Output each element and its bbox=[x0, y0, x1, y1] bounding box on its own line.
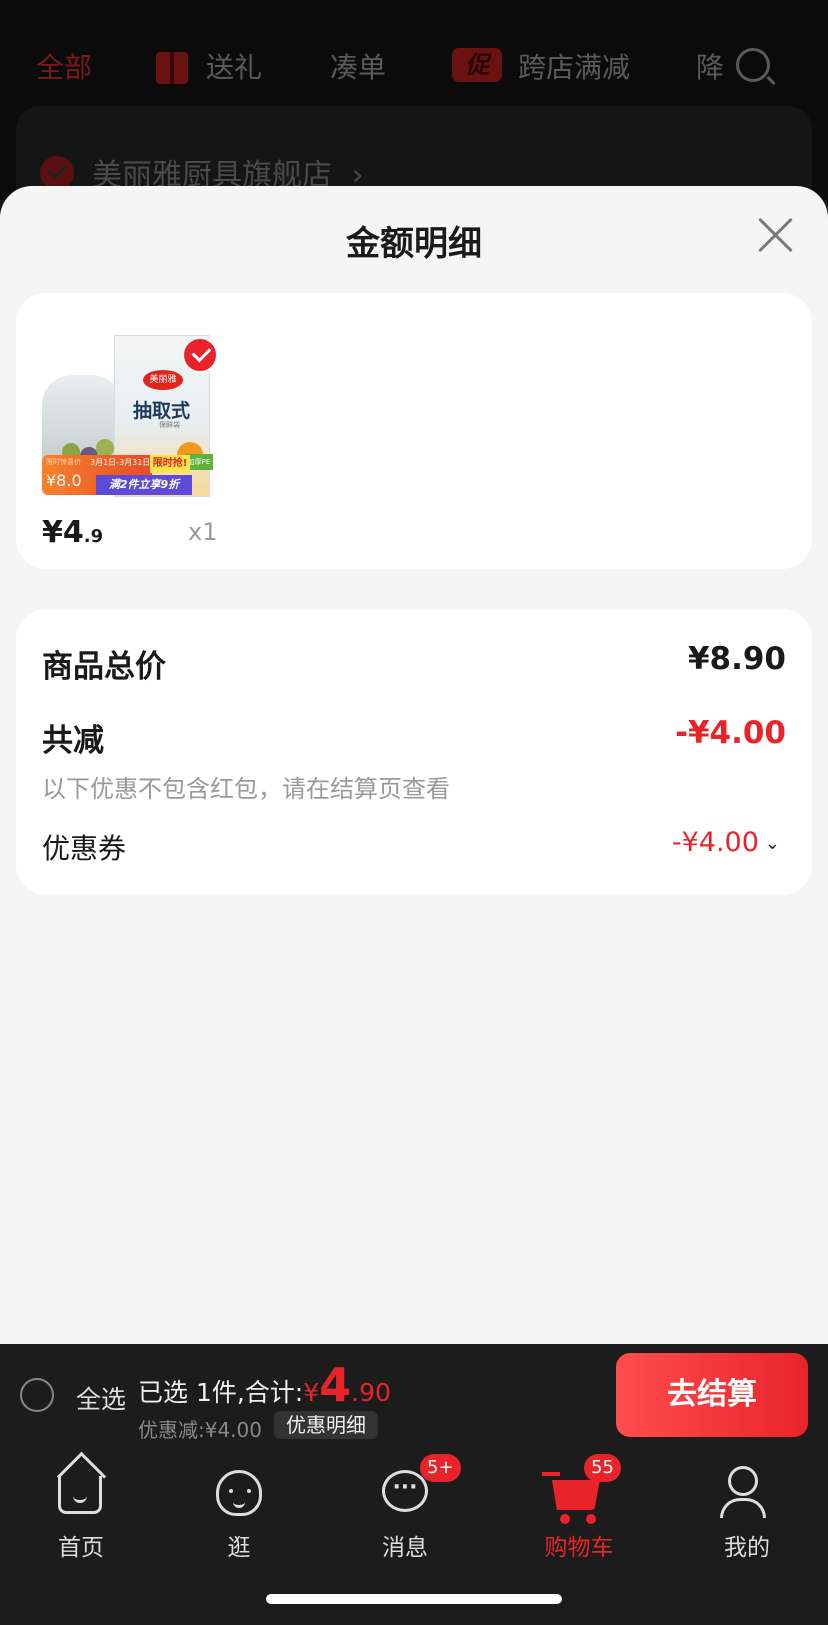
home-indicator[interactable] bbox=[266, 1594, 562, 1604]
product-card: 美丽雅 抽取式 保鲜袋 加厚PE 限时惊喜价 ¥8.0 3月1日-3月31日 限… bbox=[16, 293, 812, 569]
reduce-value: -¥4.00 bbox=[675, 715, 786, 751]
checkout-button[interactable]: 去结算 bbox=[616, 1353, 808, 1437]
total-label: 商品总价 bbox=[42, 649, 166, 685]
coupon-value[interactable]: -¥4.00 ⌄ bbox=[672, 827, 780, 858]
checkout-bar: 全选 已选 1件,合计:¥4.90 优惠减:¥4.00 优惠明细 去结算 bbox=[0, 1344, 828, 1446]
tab-gift[interactable]: 送礼 bbox=[206, 46, 262, 86]
gift-icon bbox=[156, 52, 188, 84]
total-integer: 4 bbox=[319, 1358, 352, 1412]
message-badge: 5+ bbox=[420, 1454, 461, 1482]
banner-flash: 限时抢! bbox=[150, 455, 190, 473]
product-price: ¥4.9 bbox=[42, 515, 103, 550]
sheet-title: 金额明细 bbox=[346, 224, 482, 264]
tab-profile[interactable]: 我的 bbox=[682, 1460, 812, 1561]
selected-check-icon[interactable] bbox=[182, 337, 218, 373]
selected-summary: 已选 1件,合计:¥4.90 bbox=[138, 1358, 391, 1412]
tab-cart[interactable]: 55 购物车 bbox=[514, 1454, 644, 1561]
tab-stroll[interactable]: 逛 bbox=[174, 1460, 304, 1561]
total-value: ¥8.90 bbox=[687, 641, 786, 677]
shop-check-icon[interactable] bbox=[40, 156, 74, 190]
summary-prefix: 已选 1件,合计: bbox=[138, 1378, 304, 1407]
product-image[interactable]: 美丽雅 抽取式 保鲜袋 加厚PE 限时惊喜价 ¥8.0 3月1日-3月31日 限… bbox=[42, 335, 218, 497]
cart-icon-handle bbox=[542, 1472, 560, 1476]
top-tab-bar: 全部 送礼 凑单 促 跨店满减 降 bbox=[0, 40, 828, 90]
tab-home-label: 首页 bbox=[58, 1535, 104, 1561]
cart-wheel bbox=[560, 1514, 570, 1524]
tab-profile-label: 我的 bbox=[724, 1535, 770, 1561]
total-currency: ¥ bbox=[303, 1378, 320, 1407]
coupon-label: 优惠券 bbox=[42, 832, 127, 865]
price-integer: ¥4 bbox=[42, 515, 84, 550]
discount-detail-button[interactable]: 优惠明细 bbox=[274, 1411, 378, 1439]
select-all-label[interactable]: 全选 bbox=[76, 1380, 126, 1416]
banner-price: ¥8.0 bbox=[46, 471, 82, 490]
select-all-radio[interactable] bbox=[20, 1378, 54, 1412]
tab-stroll-label: 逛 bbox=[227, 1535, 251, 1561]
tab-home[interactable]: 首页 bbox=[16, 1460, 146, 1561]
banner-promo: 满2件立享9折 bbox=[96, 475, 192, 495]
cart-icon bbox=[552, 1480, 600, 1510]
cart-wheel bbox=[586, 1514, 596, 1524]
tab-cross-store-discount[interactable]: 跨店满减 bbox=[518, 46, 630, 86]
brand-logo: 美丽雅 bbox=[143, 370, 183, 390]
amount-detail-sheet: 金额明细 美丽雅 抽取式 保鲜袋 加厚PE 限时惊喜价 ¥8.0 3月1日-3月… bbox=[0, 186, 828, 1344]
total-decimal: .90 bbox=[351, 1378, 391, 1407]
coupon-amount: -¥4.00 bbox=[671, 827, 759, 858]
product-quantity: x1 bbox=[188, 518, 218, 546]
tab-all[interactable]: 全部 bbox=[36, 46, 92, 86]
tab-cart-label: 购物车 bbox=[544, 1535, 614, 1561]
price-decimal: .9 bbox=[83, 526, 104, 547]
tab-messages-label: 消息 bbox=[382, 1535, 428, 1561]
background-page: 全部 送礼 凑单 促 跨店满减 降 美丽雅厨具旗舰店 › bbox=[0, 0, 828, 246]
pack-subtitle: 保鲜袋 bbox=[159, 421, 180, 429]
cart-badge: 55 bbox=[584, 1454, 621, 1482]
promo-chip-icon: 促 bbox=[452, 48, 502, 82]
banner-date: 3月1日-3月31日 bbox=[90, 458, 151, 467]
bottom-tab-bar: 首页 逛 5+ 消息 55 购物车 我的 bbox=[0, 1446, 828, 1625]
home-icon bbox=[58, 1476, 102, 1514]
message-icon bbox=[382, 1470, 428, 1512]
tab-bundle[interactable]: 凑单 bbox=[330, 46, 386, 86]
tab-price-drop[interactable]: 降 bbox=[696, 46, 724, 86]
summary-card: 商品总价 ¥8.90 共减 -¥4.00 以下优惠不包含红包，请在结算页查看 优… bbox=[16, 609, 812, 895]
profile-icon-body bbox=[720, 1498, 766, 1518]
discount-amount: 优惠减:¥4.00 bbox=[138, 1418, 262, 1442]
reduce-label: 共减 bbox=[42, 723, 104, 759]
discount-note: 以下优惠不包含红包，请在结算页查看 bbox=[42, 775, 450, 803]
pack-title: 抽取式 bbox=[133, 400, 191, 422]
profile-icon bbox=[728, 1466, 758, 1496]
promo-banner: 限时惊喜价 ¥8.0 3月1日-3月31日 限时抢! 满2件立享9折 bbox=[42, 455, 212, 495]
close-icon[interactable] bbox=[752, 212, 798, 258]
tab-messages[interactable]: 5+ 消息 bbox=[340, 1454, 470, 1561]
chevron-down-icon: ⌄ bbox=[764, 833, 780, 854]
banner-label: 限时惊喜价 bbox=[46, 458, 81, 466]
search-icon[interactable] bbox=[736, 48, 770, 82]
stroll-icon bbox=[216, 1470, 262, 1516]
